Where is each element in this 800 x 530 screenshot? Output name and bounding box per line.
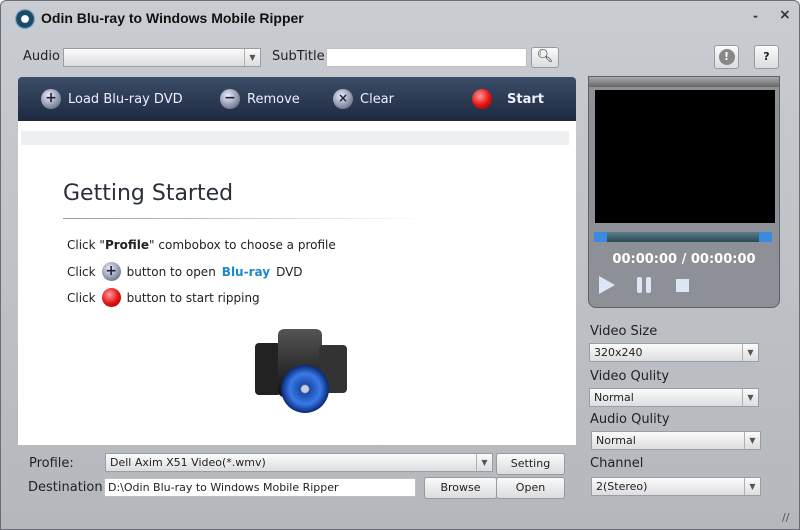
chevron-down-icon: ▼ [744,432,760,449]
open-button[interactable]: Open [496,477,565,499]
video-size-value: 320x240 [594,346,643,359]
app-window: Odin Blu-ray to Windows Mobile Ripper - … [0,0,800,530]
file-list-header [21,131,569,145]
instruction-open: Click + button to open Blu-ray DVD [67,262,303,281]
remove-button[interactable]: − Remove [220,89,300,109]
video-player: 00:00:00 / 00:00:00 [588,76,780,308]
help-button[interactable]: ? [754,45,779,69]
minus-icon: − [220,89,240,109]
audio-quality-label: Audio Qulity [590,412,670,427]
instruction-start: Click button to start ripping [67,288,260,307]
video-size-label: Video Size [590,324,658,339]
devices-disc-image [253,329,353,413]
chevron-down-icon: ▼ [742,389,758,406]
channel-select[interactable]: 2(Stereo) ▼ [591,477,761,496]
seek-handle-start[interactable] [594,232,607,242]
stop-button[interactable] [676,279,689,292]
record-icon [101,288,121,307]
subtitle-label: SubTitle [272,49,325,64]
video-screen [595,90,775,223]
plus-icon: + [41,89,61,109]
chevron-down-icon: ▼ [244,49,260,66]
profile-label: Profile: [29,456,74,471]
x-icon: × [333,89,353,109]
load-label: Load Blu-ray DVD [68,91,183,107]
pause-button[interactable] [637,277,642,293]
app-logo-icon [15,9,35,29]
close-button[interactable]: × [779,7,791,23]
chevron-down-icon: ▼ [744,478,760,495]
remove-label: Remove [247,91,300,107]
divider [63,218,425,219]
audio-quality-value: Normal [596,434,636,447]
clear-label: Clear [360,91,394,107]
load-bluray-button[interactable]: + Load Blu-ray DVD [41,89,183,109]
start-label: Start [507,91,544,107]
info-icon: ! [718,49,735,65]
minimize-button[interactable]: - [753,9,758,23]
play-button[interactable] [599,276,615,294]
help-icon: ? [763,50,770,63]
destination-label: Destination: [28,480,107,495]
resize-grip-icon[interactable]: // [782,511,789,524]
search-button[interactable]: 🔍︎ [531,47,559,68]
setting-button[interactable]: Setting [496,453,565,475]
chevron-down-icon: ▼ [476,454,492,471]
profile-select[interactable]: Dell Axim X51 Video(*.wmv) ▼ [105,453,493,472]
toolbar: + Load Blu-ray DVD − Remove × Clear Start [18,77,576,121]
video-quality-select[interactable]: Normal ▼ [589,388,759,407]
time-display: 00:00:00 / 00:00:00 [612,252,756,267]
profile-value: Dell Axim X51 Video(*.wmv) [110,456,266,469]
search-icon: 🔍︎ [536,49,554,64]
seek-slider[interactable] [594,232,772,242]
clear-button[interactable]: × Clear [333,89,394,109]
content-panel: Getting Started Click "Profile" combobox… [18,121,576,445]
audio-label: Audio [23,49,60,64]
record-icon [472,89,492,109]
audio-select[interactable]: ▼ [63,48,261,67]
audio-quality-select[interactable]: Normal ▼ [591,431,761,450]
pause-icon [646,277,651,293]
destination-input[interactable]: D:\Odin Blu-ray to Windows Mobile Ripper [104,478,416,497]
browse-button[interactable]: Browse [424,477,497,499]
getting-started-title: Getting Started [63,181,234,206]
channel-value: 2(Stereo) [596,480,648,493]
start-button[interactable]: Start [472,89,544,109]
plus-icon: + [101,262,121,281]
instruction-profile: Click "Profile" combobox to choose a pro… [67,238,336,252]
video-size-select[interactable]: 320x240 ▼ [589,343,759,362]
channel-label: Channel [590,456,644,471]
video-quality-label: Video Qulity [590,369,670,384]
window-title: Odin Blu-ray to Windows Mobile Ripper [41,10,304,26]
info-button[interactable]: ! [714,45,739,69]
seek-handle-end[interactable] [759,232,772,242]
subtitle-input[interactable] [326,48,527,67]
video-quality-value: Normal [594,391,634,404]
chevron-down-icon: ▼ [742,344,758,361]
